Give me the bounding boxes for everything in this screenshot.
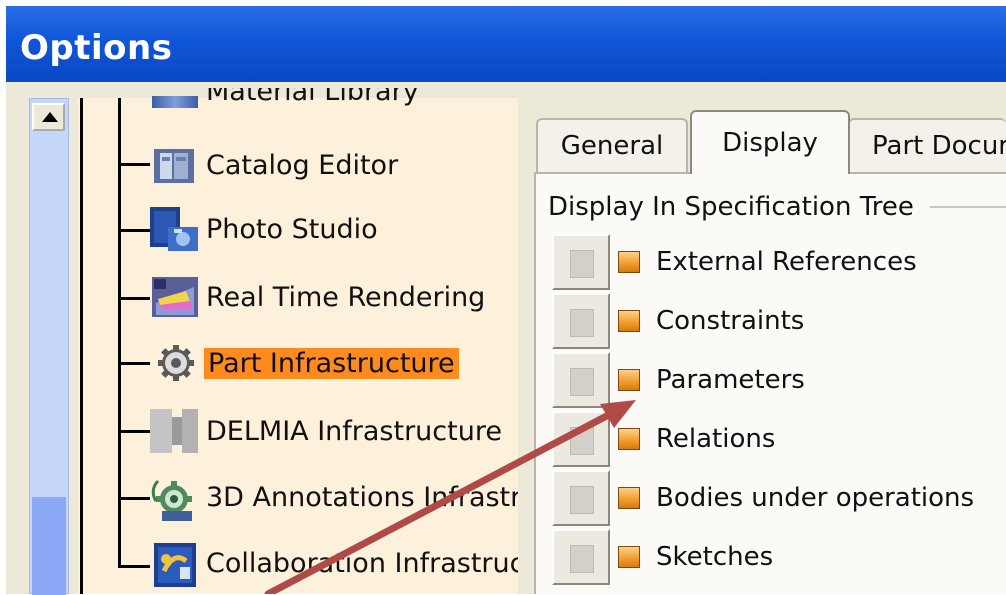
tab-display[interactable]: Display	[690, 110, 850, 174]
tab-label: Display	[722, 128, 818, 158]
option-bodies-under-operations: Bodies under operations	[552, 469, 974, 527]
tree-item-part-infrastructure[interactable]: Part Infrastructure	[150, 340, 459, 386]
tree-item-label-selected: Part Infrastructure	[204, 347, 459, 379]
option-icon-button[interactable]	[552, 529, 610, 585]
tree-item-label: Real Time Rendering	[206, 281, 486, 313]
option-checkbox[interactable]	[618, 487, 640, 509]
collaboration-icon	[150, 541, 200, 587]
option-icon-button[interactable]	[552, 293, 610, 349]
tree-item-collaboration-infrastructure[interactable]: Collaboration Infrastruc	[150, 540, 525, 587]
tree-item-catalog-editor[interactable]: Catalog Editor	[150, 142, 398, 188]
option-icon-button[interactable]	[552, 411, 610, 467]
tree-item-photo-studio[interactable]: Photo Studio	[150, 206, 378, 252]
option-icon-button[interactable]	[552, 234, 610, 290]
tree-item-material-library: Material Library	[206, 88, 419, 107]
title-bar: Options	[6, 6, 1006, 82]
scroll-thumb[interactable]	[32, 497, 66, 595]
option-icon-button[interactable]	[552, 352, 610, 408]
window-title: Options	[20, 28, 173, 68]
tree-branch	[118, 163, 150, 166]
option-checkbox[interactable]	[618, 428, 640, 450]
option-label: External References	[656, 247, 917, 277]
option-relations: Relations	[552, 410, 775, 468]
real-time-rendering-icon	[150, 275, 200, 319]
group-divider	[930, 206, 1006, 208]
tree-branch	[118, 497, 150, 500]
tree-item-label: Photo Studio	[206, 213, 378, 245]
tree-item-label: 3D Annotations Infrastr	[206, 481, 522, 513]
tree-item-label: Collaboration Infrastruc	[206, 547, 525, 579]
tree-item-real-time-rendering[interactable]: Real Time Rendering	[150, 274, 485, 320]
option-checkbox[interactable]	[618, 369, 640, 391]
document-icon	[570, 427, 594, 455]
tree-branch	[118, 430, 150, 433]
option-parameters: Parameters	[552, 351, 805, 409]
option-external-references: External References	[552, 233, 917, 291]
tree-item-label: Catalog Editor	[206, 149, 399, 181]
delmia-icon	[150, 409, 200, 453]
tree-scrollbar[interactable]	[29, 98, 69, 595]
group-title: Display In Specification Tree	[548, 192, 920, 222]
photo-studio-icon	[150, 207, 200, 251]
option-checkbox[interactable]	[618, 310, 640, 332]
option-sketches: Sketches	[552, 528, 773, 586]
tree-item-3d-annotations-infrastructure[interactable]: 3D Annotations Infrastr	[150, 474, 522, 521]
tree-branch	[118, 229, 150, 232]
tree-branch	[118, 362, 150, 365]
tree-item-label: DELMIA Infrastructure	[206, 415, 502, 447]
scroll-up-button[interactable]	[32, 103, 65, 131]
tab-general[interactable]: General	[536, 118, 688, 172]
document-icon	[570, 545, 594, 573]
option-label: Bodies under operations	[656, 483, 975, 513]
annotations-icon	[150, 475, 200, 521]
option-constraints: Constraints	[552, 292, 804, 350]
document-icon	[570, 309, 594, 337]
tab-label: Part Docur	[872, 131, 1006, 161]
option-label: Sketches	[656, 542, 774, 572]
tree-branch	[118, 297, 150, 300]
option-icon-button[interactable]	[552, 470, 610, 526]
document-icon	[570, 486, 594, 514]
document-icon	[570, 250, 594, 278]
tree-item-delmia-infrastructure[interactable]: DELMIA Infrastructure	[150, 408, 502, 454]
option-checkbox[interactable]	[618, 546, 640, 568]
tree-branch	[118, 565, 150, 568]
material-library-icon	[150, 96, 200, 110]
tab-part-document[interactable]: Part Docur	[848, 118, 1006, 172]
option-label: Parameters	[656, 365, 805, 395]
option-label: Relations	[656, 424, 776, 454]
tree-line	[80, 98, 83, 594]
tree-item-label-material-library[interactable]: Material Library	[206, 88, 419, 108]
option-checkbox[interactable]	[618, 251, 640, 273]
catalog-editor-icon	[150, 143, 200, 187]
gear-icon	[150, 341, 200, 385]
document-icon	[570, 368, 594, 396]
tab-label: General	[560, 131, 664, 161]
option-label: Constraints	[656, 306, 805, 336]
up-arrow-icon	[42, 112, 58, 122]
